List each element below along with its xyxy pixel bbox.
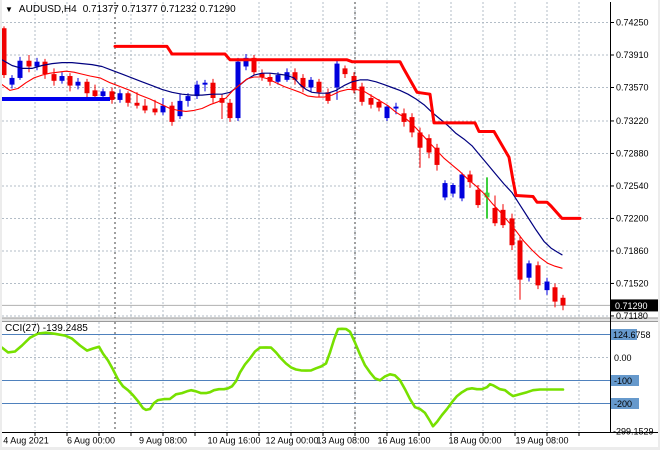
candle-body: [142, 105, 148, 111]
title-symbol: AUDUSD,H4: [18, 4, 77, 15]
candle-body: [368, 98, 374, 105]
candle-body: [351, 76, 357, 91]
candle-body: [100, 91, 106, 97]
candle-body: [210, 82, 216, 99]
time-axis-label: 19 Aug 08:00: [515, 436, 568, 446]
time-axis-label: 10 Aug 16:00: [207, 436, 260, 446]
candle-body: [475, 189, 481, 206]
price-axis-label: 0.73220: [616, 116, 649, 126]
candle-body: [51, 74, 57, 81]
cci-min-label: -299.1529: [613, 426, 654, 436]
candle-body: [544, 281, 550, 291]
candle-body: [409, 117, 415, 133]
candle-body: [125, 93, 131, 103]
time-axis-label: 9 Aug 08:00: [139, 436, 187, 446]
candle-body: [442, 183, 448, 198]
candle-body: [509, 218, 515, 246]
symbol-dropdown-icon[interactable]: ▼: [5, 5, 13, 14]
price-chart-canvas[interactable]: 0.74250 0.73910 0.73570 0.73220 0.72880 0.725…: [0, 0, 660, 450]
price-axis-label: 0.73570: [616, 82, 649, 92]
time-axis-label: 6 Aug 00:00: [67, 436, 115, 446]
candle-body: [34, 61, 40, 67]
cci-max-label: 124.6758: [613, 330, 651, 340]
candle-body: [560, 297, 566, 306]
candle-body: [526, 263, 532, 278]
cci-level-badge-label: -100: [614, 376, 632, 386]
candle-body: [17, 60, 23, 78]
window-frame: [0, 0, 2, 450]
candle-body: [185, 96, 191, 101]
candle-body: [235, 61, 241, 119]
candle-body: [160, 105, 166, 113]
time-axis-label: 13 Aug 08:00: [316, 436, 369, 446]
price-axis-label: 0.72200: [616, 213, 649, 223]
price-axis-label: 0.71180: [616, 311, 648, 321]
candle-body: [67, 76, 73, 86]
candle-body: [42, 61, 48, 75]
candle-body: [84, 81, 90, 94]
candle-body: [26, 60, 32, 67]
cci-level-badge-label: -200: [614, 399, 632, 409]
price-axis-label: 0.71860: [616, 246, 649, 256]
candle-body: [152, 108, 158, 113]
cci-zero-label: 0.00: [614, 353, 632, 363]
price-axis-label: 0.72880: [616, 148, 649, 158]
candle-body: [459, 174, 465, 199]
candle-body: [450, 184, 456, 194]
time-axis-label: 18 Aug 00:00: [448, 436, 501, 446]
candle-body: [194, 84, 200, 97]
candle-body: [275, 75, 281, 82]
candle-body: [359, 86, 365, 102]
candle-body: [492, 207, 498, 224]
candle-body: [9, 77, 15, 85]
candle-body: [308, 79, 314, 88]
current-price-badge-label: 0.71290: [615, 301, 648, 311]
title-ohlc: 0.71377 0.71377 0.71232 0.71290: [82, 4, 236, 15]
candle-body: [117, 93, 123, 100]
candle-body: [376, 101, 382, 108]
indicator-label: CCI(27) -139.2485: [5, 323, 88, 334]
time-axis-label: 12 Aug 00:00: [265, 436, 318, 446]
mt4-chart-window: 0.74250 0.73910 0.73570 0.73220 0.72880 0.725…: [0, 0, 660, 450]
candle-body: [1, 28, 7, 76]
candle-body: [75, 81, 81, 86]
candle-body: [384, 106, 390, 119]
chart-title: ▼ AUDUSD,H4 0.71377 0.71377 0.71232 0.71…: [5, 4, 236, 15]
candle-body: [535, 265, 541, 286]
candle-body: [202, 82, 208, 85]
candle-body: [177, 100, 183, 117]
candle-body: [109, 91, 115, 100]
candle-body: [342, 68, 348, 75]
candle-body: [334, 63, 340, 88]
candle-body: [517, 240, 523, 280]
candle-body: [316, 81, 322, 93]
candle-body: [227, 102, 233, 119]
price-axis-label: 0.71520: [616, 278, 649, 288]
price-axis-label: 0.74250: [616, 18, 649, 28]
price-axis-label: 0.73910: [616, 50, 649, 60]
candle-body: [552, 287, 558, 302]
candle-body: [59, 76, 65, 81]
candle-body: [92, 90, 98, 97]
candle-body: [134, 102, 140, 106]
time-axis-label: 16 Aug 16:00: [377, 436, 430, 446]
price-axis-label: 0.72540: [616, 181, 649, 191]
candle-body: [393, 106, 399, 109]
time-axis-label: 4 Aug 2021: [3, 436, 49, 446]
